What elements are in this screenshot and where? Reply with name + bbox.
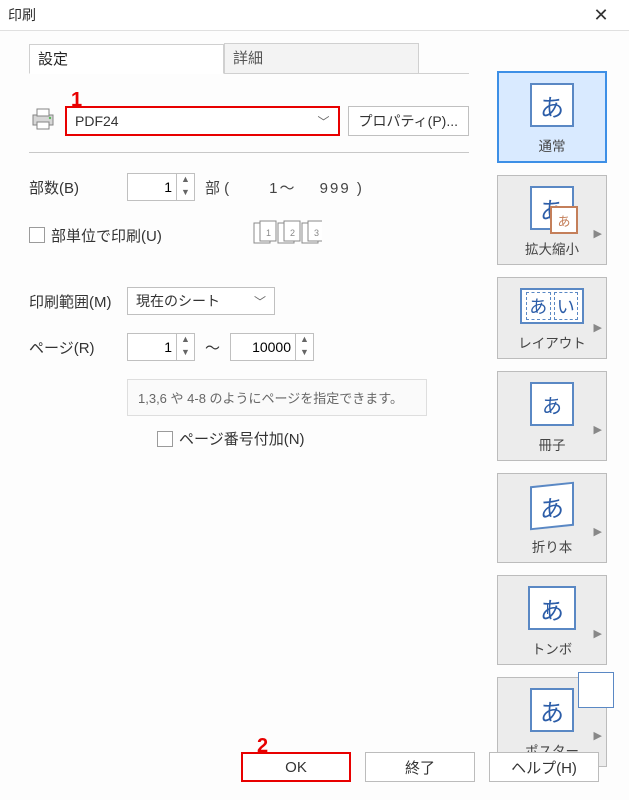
preset-normal[interactable]: あ 通常: [497, 71, 607, 163]
printer-select[interactable]: PDF24 ﹀: [65, 106, 340, 136]
copies-spinner[interactable]: ▲ ▼: [127, 173, 195, 201]
properties-button[interactable]: プロパティ(P)...: [348, 106, 470, 136]
collate-checkbox[interactable]: [29, 227, 45, 243]
arrow-down-icon[interactable]: ▼: [295, 347, 313, 360]
copies-label: 部数(B): [29, 177, 127, 198]
titlebar: 印刷 ✕: [0, 0, 629, 31]
copies-stepper-arrows[interactable]: ▲ ▼: [176, 174, 194, 200]
collate-icon: 1 2 3: [252, 219, 322, 251]
preset-trim-label: トンボ: [532, 638, 573, 658]
page-number-row: ページ番号付加(N): [157, 428, 469, 449]
printer-icon: [29, 107, 57, 135]
preset-panel: あ 通常 あ 拡大縮小 ▶ あい レイアウト ▶ あ 冊子 ▶ あ 折り本 ▶ …: [497, 71, 607, 767]
pages-hint: 1,3,6 や 4-8 のようにページを指定できます。: [127, 379, 427, 416]
preset-fold-label: 折り本: [532, 536, 573, 556]
window-title: 印刷: [8, 5, 36, 25]
svg-text:1: 1: [266, 228, 271, 238]
print-range-value: 現在のシート: [136, 291, 220, 311]
collate-label: 部単位で印刷(U): [51, 225, 162, 246]
svg-text:2: 2: [290, 228, 295, 238]
preset-booklet-label: 冊子: [539, 434, 566, 454]
arrow-down-icon[interactable]: ▼: [176, 347, 194, 360]
preset-booklet[interactable]: あ 冊子 ▶: [497, 371, 607, 461]
expand-arrow-icon: ▶: [594, 227, 602, 240]
page-number-checkbox[interactable]: [157, 431, 173, 447]
pages-label: ページ(R): [29, 337, 127, 358]
annotation-1: 1: [71, 89, 82, 112]
pages-tilde: 〜: [205, 337, 220, 358]
chevron-down-icon: ﹀: [317, 113, 329, 130]
preset-layout[interactable]: あい レイアウト ▶: [497, 277, 607, 359]
svg-text:3: 3: [314, 228, 319, 238]
arrow-up-icon[interactable]: ▲: [176, 174, 194, 187]
preset-layout-thumb: あい: [520, 288, 584, 324]
printer-row: PDF24 ﹀ プロパティ(P)...: [29, 106, 469, 136]
dialog-body: 設定 詳細 1 PDF24 ﹀ プロパティ(P)... 部数(B): [4, 31, 625, 796]
tab-detail[interactable]: 詳細: [224, 43, 419, 73]
expand-arrow-icon: ▶: [594, 321, 602, 334]
print-range-row: 印刷範囲(M) 現在のシート ﹀: [29, 287, 469, 315]
arrow-down-icon[interactable]: ▼: [176, 187, 194, 200]
arrow-up-icon[interactable]: ▲: [176, 334, 194, 347]
expand-arrow-icon: ▶: [594, 423, 602, 436]
expand-arrow-icon: ▶: [594, 627, 602, 640]
preset-booklet-thumb: あ: [530, 382, 574, 426]
cancel-button[interactable]: 終了: [365, 752, 475, 782]
preset-zoom-label: 拡大縮小: [525, 238, 579, 258]
page-to-input[interactable]: [231, 334, 295, 360]
copies-row: 部数(B) ▲ ▼ 部 ( 1〜 999 ): [29, 173, 469, 201]
tab-bar: 設定 詳細: [29, 43, 469, 74]
expand-arrow-icon: ▶: [594, 525, 602, 538]
help-button[interactable]: ヘルプ(H): [489, 752, 599, 782]
pages-row: ページ(R) ▲▼ 〜 ▲▼: [29, 333, 469, 361]
print-range-select[interactable]: 現在のシート ﹀: [127, 287, 275, 315]
preset-poster-thumb: あ: [530, 688, 574, 732]
page-from-spinner[interactable]: ▲▼: [127, 333, 195, 361]
page-from-input[interactable]: [128, 334, 176, 360]
preset-fold[interactable]: あ 折り本 ▶: [497, 473, 607, 563]
preset-normal-label: 通常: [539, 135, 566, 155]
settings-panel: 1 PDF24 ﹀ プロパティ(P)... 部数(B): [29, 86, 469, 449]
chevron-down-icon: ﹀: [254, 293, 266, 310]
collate-row: 部単位で印刷(U) 1 2 3: [29, 219, 469, 251]
copies-unit: 部 (: [205, 177, 229, 198]
preset-normal-thumb: あ: [530, 83, 574, 127]
preset-layout-label: レイアウト: [518, 332, 586, 352]
preset-zoom-thumb: あ: [530, 186, 574, 230]
page-number-label: ページ番号付加(N): [179, 428, 305, 449]
copies-input[interactable]: [128, 174, 176, 200]
button-row: OK 終了 ヘルプ(H): [4, 752, 625, 782]
separator: [29, 152, 469, 153]
printer-selected-value: PDF24: [75, 113, 119, 129]
close-icon[interactable]: ✕: [581, 5, 621, 26]
preset-fold-thumb: あ: [530, 482, 574, 531]
tab-settings[interactable]: 設定: [29, 44, 224, 74]
preset-trim[interactable]: あ トンボ ▶: [497, 575, 607, 665]
expand-arrow-icon: ▶: [594, 729, 602, 742]
annotation-2: 2: [257, 735, 268, 758]
preset-trim-thumb: あ: [528, 586, 576, 630]
arrow-up-icon[interactable]: ▲: [295, 334, 313, 347]
preset-zoom[interactable]: あ 拡大縮小 ▶: [497, 175, 607, 265]
page-to-spinner[interactable]: ▲▼: [230, 333, 314, 361]
copies-range: 1〜 999 ): [269, 177, 364, 198]
print-range-label: 印刷範囲(M): [29, 291, 127, 312]
